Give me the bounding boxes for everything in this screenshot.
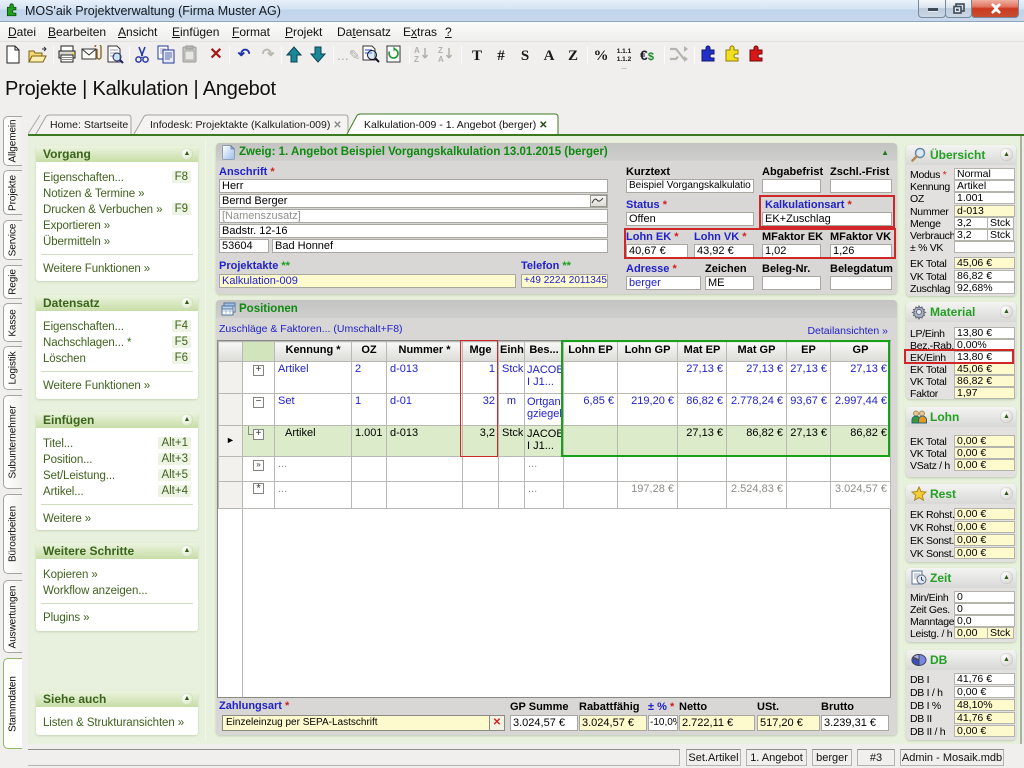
svg-text:Z: Z xyxy=(414,55,419,64)
svg-text:Z: Z xyxy=(438,46,443,55)
svg-text:A: A xyxy=(438,55,444,64)
svg-text:A: A xyxy=(414,46,420,55)
